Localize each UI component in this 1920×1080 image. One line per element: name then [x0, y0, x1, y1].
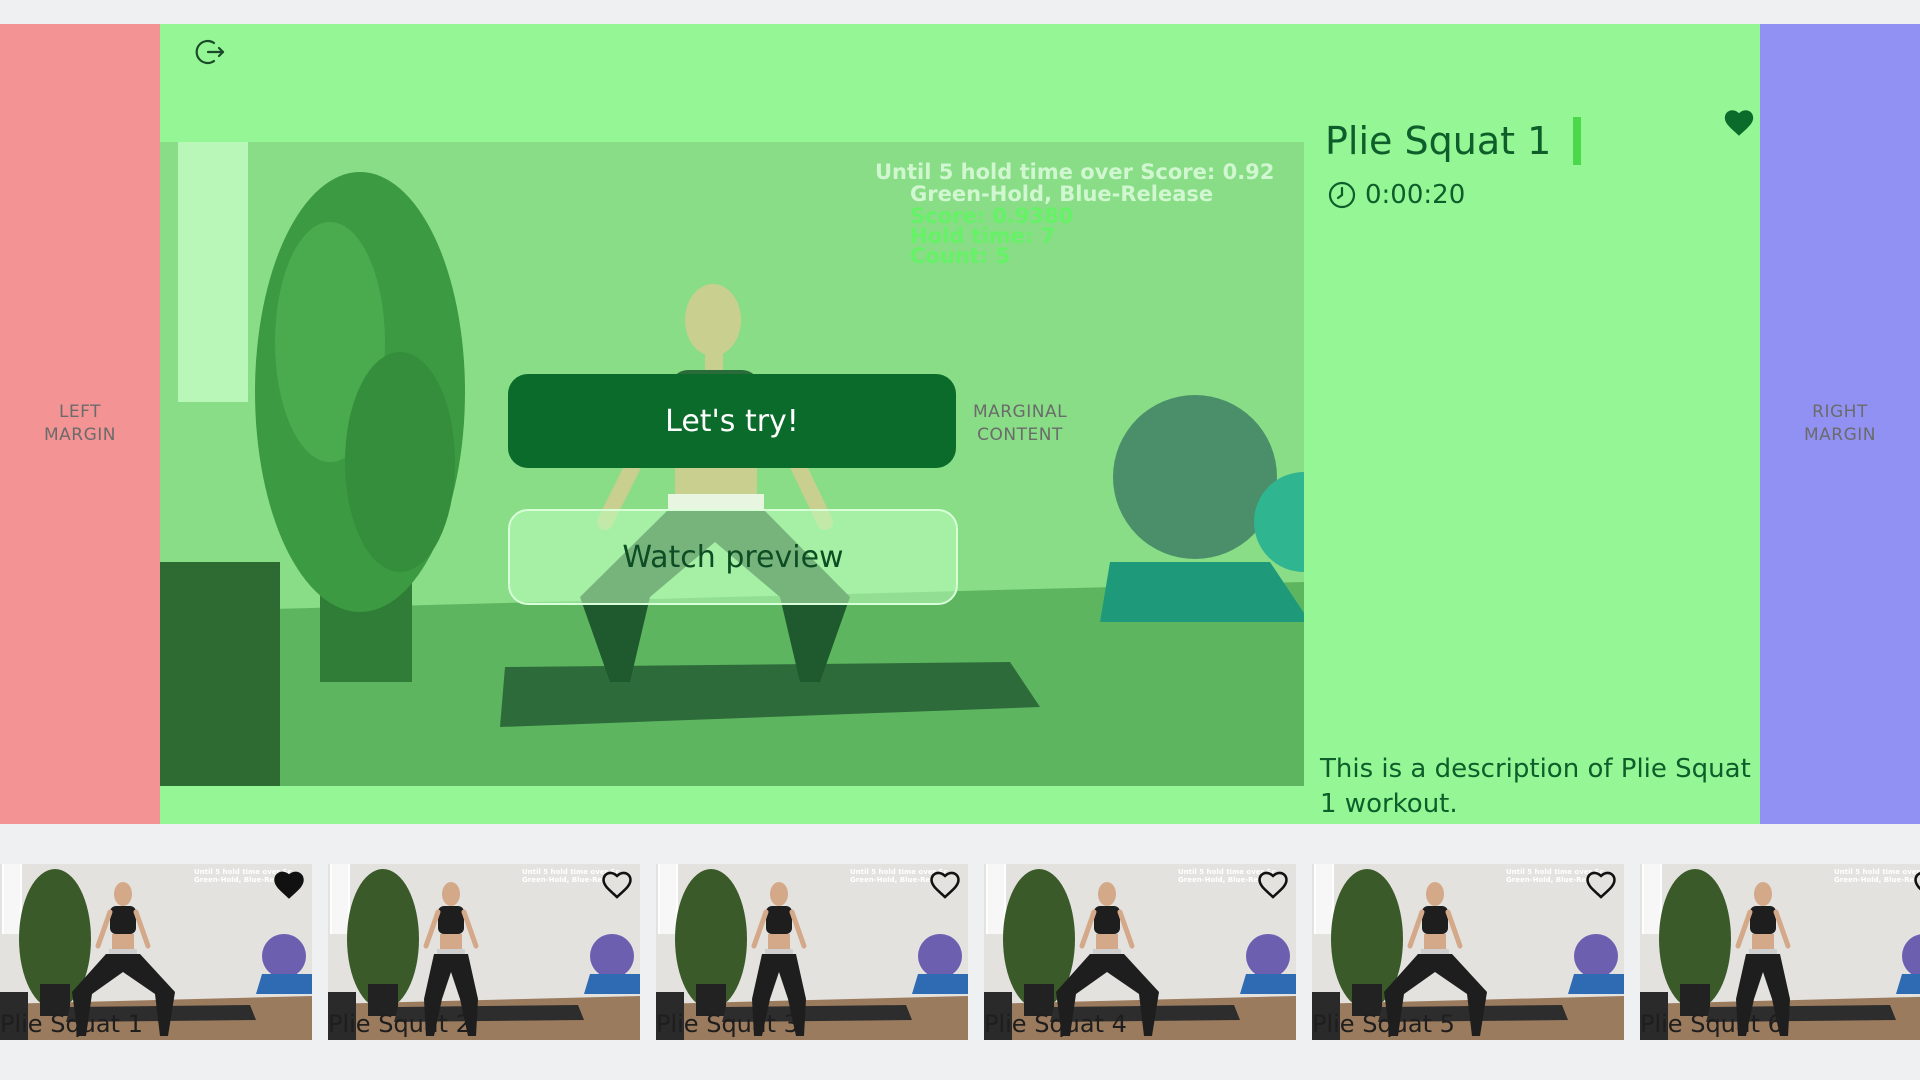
video-overlay-count: Count: 5 [910, 244, 1011, 268]
card-favorite-button[interactable] [600, 868, 634, 902]
workout-card-label: Plie Squat 5 [1312, 1010, 1455, 1038]
exit-button[interactable] [192, 34, 228, 70]
exit-icon [195, 39, 225, 65]
workout-card[interactable]: Until 5 hold time over Sc Green-Hold, Bl… [0, 864, 312, 1040]
workout-card-label: Plie Squat 2 [328, 1010, 471, 1038]
watch-preview-button[interactable]: Watch preview [508, 509, 958, 605]
marginal-content-label: MARGINAL CONTENT [972, 402, 1068, 445]
heart-icon [1258, 871, 1288, 899]
heart-icon [930, 871, 960, 899]
workout-description: This is a description of Plie Squat 1 wo… [1320, 754, 1751, 819]
video-overlay-line-2: Green-Hold, Blue-Release [910, 182, 1214, 206]
card-favorite-button[interactable] [1912, 868, 1920, 902]
workout-card[interactable]: Until 5 hold time over Sc Green-Hold, Bl… [656, 864, 968, 1040]
card-favorite-button[interactable] [1584, 868, 1618, 902]
card-favorite-button[interactable] [928, 868, 962, 902]
heart-icon [1914, 872, 1920, 891]
heart-icon [602, 871, 632, 899]
workout-card[interactable]: Until 5 hold time over Sc Green-Hold, Bl… [984, 864, 1296, 1040]
workout-card-label: Plie Squat 3 [656, 1010, 799, 1038]
thumbnail-overlay-text: Until 5 hold time over Sc Green-Hold, Bl… [1834, 868, 1920, 884]
workout-card[interactable]: Until 5 hold time over Sc Green-Hold, Bl… [1640, 864, 1920, 1040]
lets-try-button[interactable]: Let's try! [508, 374, 956, 468]
duration-text: 0:00:20 [1365, 180, 1466, 210]
left-margin: LEFT MARGIN [0, 24, 160, 824]
workout-card-label: Plie Squat 6 [1640, 1010, 1783, 1038]
workout-card[interactable]: Until 5 hold time over Sc Green-Hold, Bl… [328, 864, 640, 1040]
card-favorite-button[interactable] [1256, 868, 1290, 902]
workout-duration: 0:00:20 [1327, 180, 1465, 210]
heart-icon [274, 871, 304, 899]
main-content: Until 5 hold time over Score: 0.92 Green… [160, 24, 1760, 824]
left-margin-label: LEFT MARGIN [43, 402, 116, 445]
workout-carousel: Until 5 hold time over Sc Green-Hold, Bl… [0, 864, 1920, 1040]
right-margin: RIGHT MARGIN [1760, 24, 1920, 824]
video-overlay-line-1: Until 5 hold time over Score: 0.92 [875, 160, 1275, 184]
workout-card-label: Plie Squat 1 [0, 1010, 143, 1038]
title-accent-bar [1573, 117, 1582, 165]
clock-icon [1328, 181, 1356, 209]
heart-icon [1586, 871, 1616, 899]
favorite-button[interactable] [1722, 106, 1756, 140]
workout-title-text: Plie Squat 1 [1325, 119, 1552, 163]
card-favorite-button[interactable] [272, 868, 306, 902]
workout-title: Plie Squat 1 [1325, 117, 1582, 165]
right-margin-label: RIGHT MARGIN [1803, 402, 1876, 445]
top-strip [0, 0, 1920, 24]
workout-card-label: Plie Squat 4 [984, 1010, 1127, 1038]
heart-icon [1724, 110, 1754, 136]
workout-card[interactable]: Until 5 hold time over Sc Green-Hold, Bl… [1312, 864, 1624, 1040]
